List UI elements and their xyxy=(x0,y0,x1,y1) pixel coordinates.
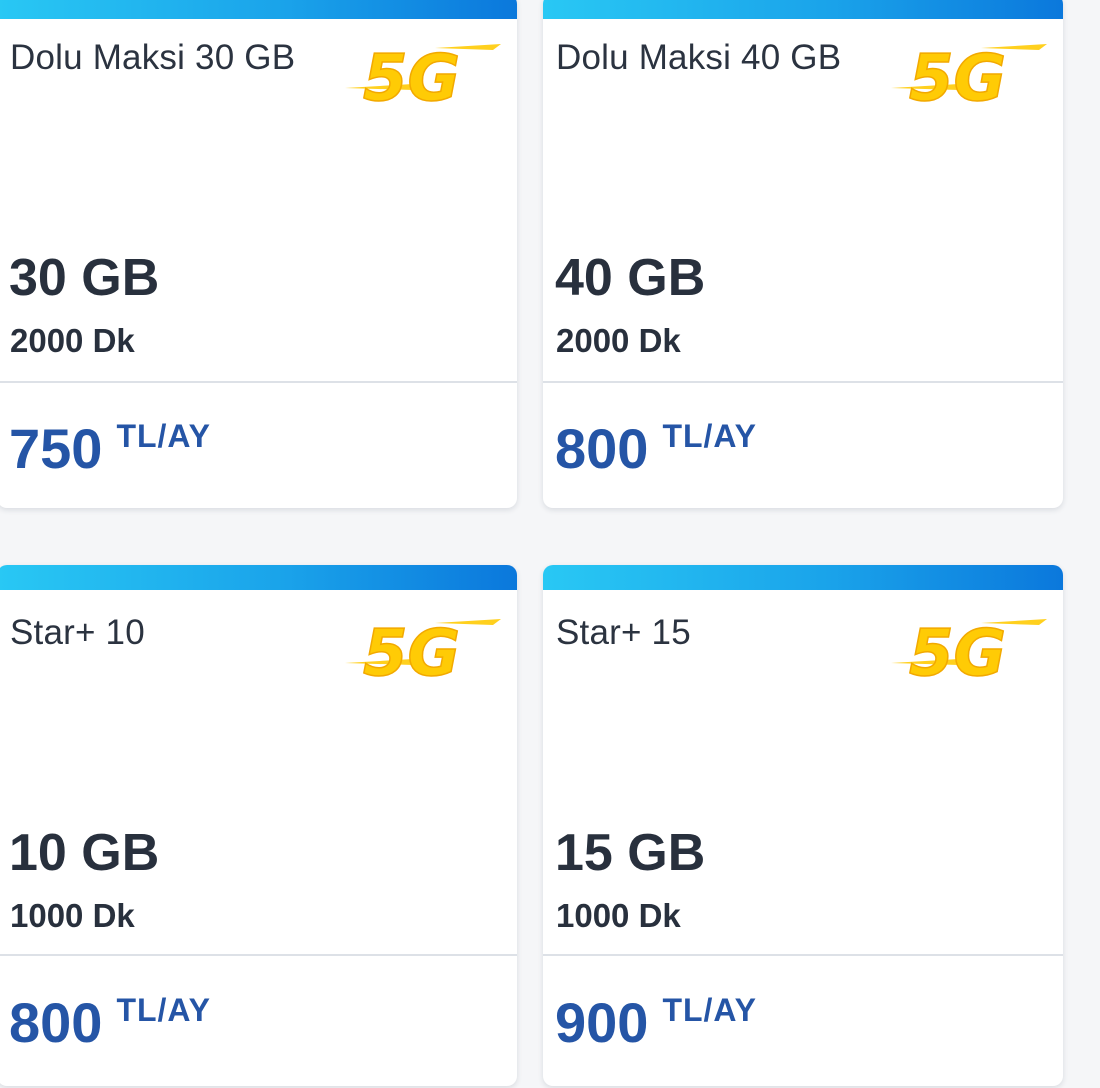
price-unit: TL/AY xyxy=(116,418,211,454)
price-unit: TL/AY xyxy=(662,418,757,454)
minutes-amount: 2000 Dk xyxy=(10,322,135,359)
5g-logo-icon: 5G xyxy=(891,616,1047,685)
divider xyxy=(543,954,1063,956)
price-row: 800 TL/AY xyxy=(9,990,211,1056)
price-row: 750 TL/AY xyxy=(9,416,211,482)
price-unit: TL/AY xyxy=(662,992,757,1028)
plan-name: Star+ 10 xyxy=(10,613,145,652)
data-amount: 30 GB xyxy=(9,249,160,307)
plan-card[interactable]: Dolu Maksi 30 GB 5G 30 GB 2000 Dk 750 TL/… xyxy=(0,0,517,508)
price-unit: TL/AY xyxy=(116,992,211,1028)
plan-name: Dolu Maksi 40 GB xyxy=(556,38,842,77)
plan-card[interactable]: Dolu Maksi 40 GB 5G 40 GB 2000 Dk 800 TL/… xyxy=(543,0,1063,508)
badge-label: 5G xyxy=(363,617,460,685)
price-row: 900 TL/AY xyxy=(555,990,757,1056)
data-amount: 15 GB xyxy=(555,824,706,882)
minutes-amount: 2000 Dk xyxy=(556,322,681,359)
price-value: 750 xyxy=(9,417,103,480)
price-value: 800 xyxy=(9,991,103,1054)
data-amount: 10 GB xyxy=(9,824,160,882)
data-amount: 40 GB xyxy=(555,249,706,307)
price-row: 800 TL/AY xyxy=(555,416,757,482)
5g-logo-icon: 5G xyxy=(891,41,1047,110)
divider xyxy=(0,954,517,956)
minutes-amount: 1000 Dk xyxy=(10,897,135,934)
price-value: 800 xyxy=(555,417,649,480)
plan-name: Star+ 15 xyxy=(556,613,691,652)
card-accent-bar xyxy=(543,0,1063,19)
badge-label: 5G xyxy=(363,42,460,110)
plan-card[interactable]: Star+ 10 5G 10 GB 1000 Dk 800 TL/AY xyxy=(0,565,517,1086)
price-value: 900 xyxy=(555,991,649,1054)
card-accent-bar xyxy=(0,565,517,590)
badge-label: 5G xyxy=(909,42,1006,110)
divider xyxy=(543,381,1063,383)
plan-name: Dolu Maksi 30 GB xyxy=(10,38,296,77)
badge-label: 5G xyxy=(909,617,1006,685)
plan-card[interactable]: Star+ 15 5G 15 GB 1000 Dk 900 TL/AY xyxy=(543,565,1063,1086)
divider xyxy=(0,381,517,383)
5g-logo-icon: 5G xyxy=(345,41,501,110)
5g-logo-icon: 5G xyxy=(345,616,501,685)
card-accent-bar xyxy=(543,565,1063,590)
card-accent-bar xyxy=(0,0,517,19)
minutes-amount: 1000 Dk xyxy=(556,897,681,934)
